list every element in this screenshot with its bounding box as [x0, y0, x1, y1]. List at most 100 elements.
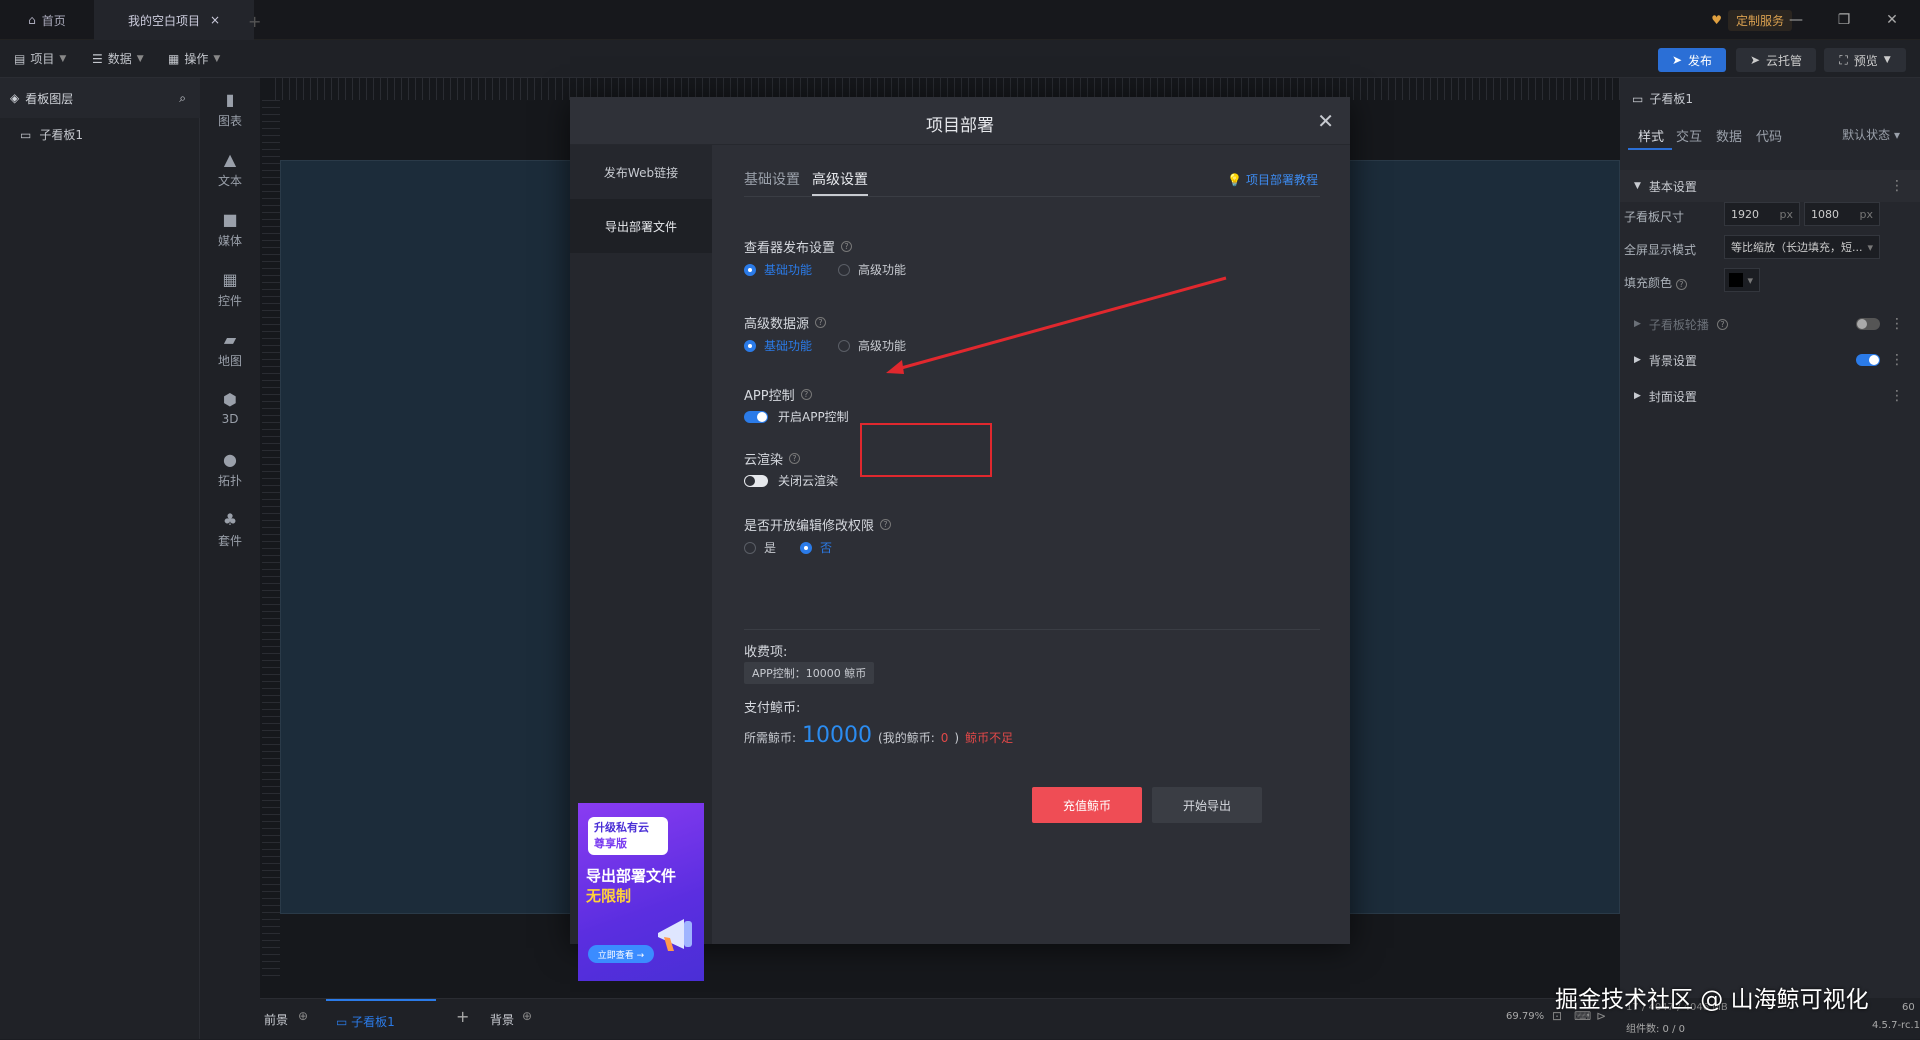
board-tab-label: 子看板1 [351, 1015, 395, 1029]
menu-project[interactable]: ▤ 项目 ▼ [14, 50, 66, 67]
tool-3d[interactable]: ⬢ 3D [200, 390, 260, 444]
ad-badge-line2: 尊享版 [594, 837, 627, 850]
radio-label: 否 [820, 541, 833, 555]
cloud-host-button[interactable]: ➤ 云托管 [1736, 48, 1816, 72]
datasource-title: 高级数据源? [744, 313, 827, 332]
tool-widget[interactable]: ▦ 控件 [200, 270, 260, 324]
tab-style[interactable]: 样式 [1638, 126, 1664, 145]
cloud-render-switch[interactable]: 关闭云渲染 [744, 472, 838, 489]
chevron-right-icon: ▶ [1634, 355, 1641, 365]
add-tab-icon[interactable]: + [248, 12, 261, 31]
upgrade-ad-banner[interactable]: 升级私有云 尊享版 导出部署文件 无限制 立即查看 → [578, 803, 704, 981]
my-coin-label: (我的鲸币: [878, 731, 935, 745]
tab-code[interactable]: 代码 [1756, 126, 1782, 145]
toggle-knob [1869, 355, 1879, 365]
edit-no-radio[interactable]: 否 [800, 539, 832, 556]
menu-bar: ▤ 项目 ▼ ☰ 数据 ▼ ▦ 操作 ▼ ➤ 发布 ➤ 云托管 ⛶ 预览 ▼ [0, 40, 1920, 78]
window-tab-bar: ⌂ 首页 我的空白项目 × + ♥ 定制服务 — ❐ ✕ [0, 0, 1920, 40]
section-basic[interactable]: ▼ 基本设置 ⋮ [1620, 170, 1920, 202]
tool-map[interactable]: ▰ 地图 [200, 330, 260, 384]
menu-operate[interactable]: ▦ 操作 ▼ [168, 50, 220, 67]
tool-chart[interactable]: ▮ 图表 [200, 90, 260, 144]
layer-item-label: 子看板1 [39, 128, 83, 142]
state-dropdown[interactable]: 默认状态 ▾ [1842, 126, 1900, 143]
close-tab-icon[interactable]: × [210, 13, 220, 27]
more-icon[interactable]: ⋮ [1890, 352, 1904, 368]
tab-home[interactable]: ⌂ 首页 [0, 0, 94, 40]
layer-item-board1[interactable]: ▭ 子看板1 [20, 126, 83, 143]
width-input[interactable]: 1920 px [1724, 202, 1800, 226]
carousel-toggle[interactable] [1856, 318, 1880, 330]
state-label: 默认状态 [1842, 128, 1891, 142]
edit-yes-radio[interactable]: 是 [744, 539, 776, 556]
suite-icon: ♣ [222, 510, 238, 529]
tab-basic-settings[interactable]: 基础设置 [744, 169, 800, 189]
annotation-highlight-box [860, 423, 992, 477]
switch-label: 开启APP控制 [778, 410, 849, 424]
radio-label: 是 [764, 541, 777, 555]
radio-indicator [744, 263, 756, 276]
help-icon: ? [841, 241, 853, 252]
close-window-icon[interactable]: ✕ [1880, 8, 1904, 32]
tab-advanced-settings[interactable]: 高级设置 [812, 169, 868, 189]
coin-short-warning: 鲸币不足 [965, 731, 1014, 745]
tool-text[interactable]: ▲ 文本 [200, 150, 260, 204]
start-export-button[interactable]: 开始导出 [1152, 787, 1262, 823]
zoom-level[interactable]: 69.79% [1506, 1011, 1544, 1022]
need-amount: 10000 [802, 723, 873, 748]
fee-item-chip: APP控制：10000 鲸币 [744, 662, 875, 684]
sidebar-item-export[interactable]: 导出部署文件 [570, 199, 712, 253]
unit: px [1779, 207, 1794, 221]
layer-back-tab[interactable]: 背景 [490, 1011, 514, 1028]
close-icon[interactable]: ✕ [1317, 109, 1334, 133]
section-background[interactable]: ▶ 背景设置 ⋮ [1620, 344, 1920, 376]
tutorial-link[interactable]: 💡 项目部署教程 [1227, 171, 1318, 188]
more-icon[interactable]: ⋮ [1890, 388, 1904, 404]
tool-topology[interactable]: ● 拓扑 [200, 450, 260, 504]
restore-icon[interactable]: ❐ [1832, 8, 1856, 32]
publish-button[interactable]: ➤ 发布 [1658, 48, 1726, 72]
tab-project-label: 我的空白项目 [127, 13, 200, 28]
datasource-basic-radio[interactable]: 基础功能 [744, 337, 812, 354]
props-title-label: 子看板1 [1649, 92, 1693, 106]
tool-label: 控件 [217, 294, 242, 308]
custom-service-button[interactable]: ♥ 定制服务 [1711, 9, 1792, 31]
viewer-basic-radio[interactable]: 基础功能 [744, 261, 812, 278]
layer-front-tab[interactable]: 前景 [264, 1011, 288, 1028]
fill-color-picker[interactable]: ▾ [1724, 268, 1760, 292]
fullscreen-value: 等比缩放（长边填充，短... [1731, 241, 1863, 254]
height-input[interactable]: 1080 px [1804, 202, 1880, 226]
background-toggle[interactable] [1856, 354, 1880, 366]
props-title: ▭ 子看板1 [1632, 90, 1693, 107]
component-count: 组件数: 0 / 0 [1626, 1024, 1685, 1035]
fullscreen-select[interactable]: 等比缩放（长边填充，短... ▾ [1724, 235, 1880, 259]
more-icon[interactable]: ⋮ [1890, 316, 1904, 332]
help-icon: ? [789, 453, 801, 464]
minimize-icon[interactable]: — [1784, 8, 1808, 32]
active-tab-indicator [812, 194, 868, 196]
add-icon[interactable]: ⊕ [522, 1009, 532, 1023]
preview-button[interactable]: ⛶ 预览 ▼ [1824, 48, 1906, 72]
add-icon[interactable]: ⊕ [298, 1009, 308, 1023]
board-tab[interactable]: ▭ 子看板1 [326, 999, 436, 1040]
section-carousel[interactable]: ▶ 子看板轮播 ? ⋮ [1620, 308, 1920, 340]
app-control-switch[interactable]: 开启APP控制 [744, 408, 849, 425]
tab-project[interactable]: 我的空白项目 × [94, 0, 254, 40]
section-cover[interactable]: ▶ 封面设置 ⋮ [1620, 380, 1920, 412]
pay-title: 支付鲸币: [744, 701, 801, 716]
custom-service-label: 定制服务 [1727, 9, 1792, 31]
sidebar-item-web-link[interactable]: 发布Web链接 [570, 145, 712, 199]
add-board-icon[interactable]: + [456, 1007, 469, 1026]
more-icon[interactable]: ⋮ [1890, 178, 1904, 194]
cloud-title-text: 云渲染 [744, 453, 784, 468]
tab-data[interactable]: 数据 [1716, 126, 1742, 145]
tool-media[interactable]: ■ 媒体 [200, 210, 260, 264]
search-icon[interactable]: ⌕ [179, 91, 186, 106]
need-label: 所需鲸币: [744, 731, 797, 745]
ad-view-button[interactable]: 立即查看 → [588, 945, 654, 963]
tab-interaction[interactable]: 交互 [1676, 126, 1702, 145]
menu-data[interactable]: ☰ 数据 ▼ [92, 50, 144, 67]
tool-suite[interactable]: ♣ 套件 [200, 510, 260, 564]
fullscreen-icon: ⛶ [1839, 52, 1848, 67]
recharge-button[interactable]: 充值鲸币 [1032, 787, 1142, 823]
